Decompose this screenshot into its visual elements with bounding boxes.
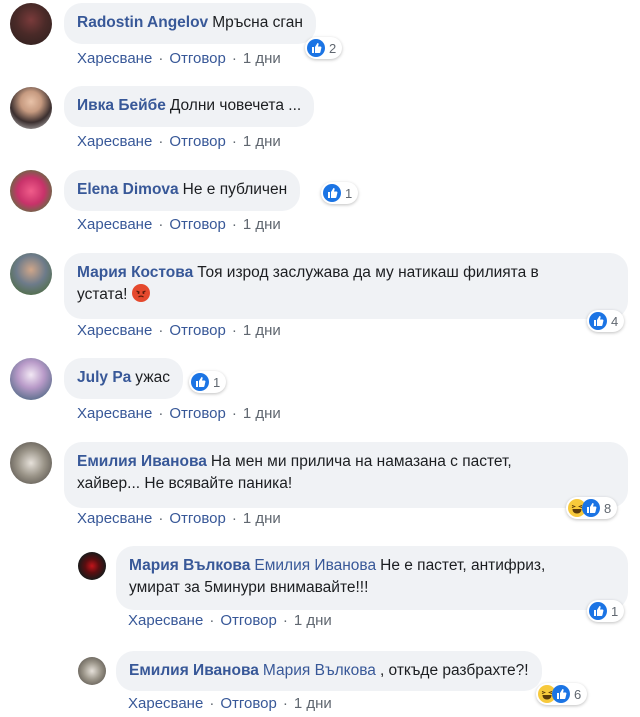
reply-text: Не е пастет, антифриз, [380,557,546,574]
like-reaction-icon [582,499,600,517]
comment-author[interactable]: Ивка Бейбе [77,97,166,114]
reply-text: , откъде разбрахте?! [379,662,529,679]
comment-text: Тоя изрод заслужава да му натикаш филият… [197,264,539,281]
timestamp[interactable]: 1 дни [243,510,281,527]
reply-link[interactable]: Отговор [169,510,226,527]
comment-text: Не е публичен [182,181,288,198]
comment-author[interactable]: Мария Костова [77,264,193,281]
comment-actions: Харесване · Отговор · 1 дни [77,50,281,67]
comment-actions: Харесване · Отговор · 1 дни [77,510,281,527]
angry-emoji-icon [131,284,150,302]
comment-bubble: Ивка Бейбе Долни човечета ... [64,86,315,127]
reply-text-line2: умират за 5минури внимавайте!!! [129,579,369,596]
avatar[interactable] [78,657,106,685]
avatar[interactable] [10,442,52,484]
comment-author[interactable]: Radostin Angelov [77,14,208,31]
comment-bubble: Емилия Иванова На мен ми прилича на намаз… [64,442,628,508]
comment-bubble: Мария Костова Тоя изрод заслужава да му н… [64,253,628,319]
like-reaction-icon [191,373,209,391]
comment-bubble: July Pa ужас [64,358,183,399]
like-link[interactable]: Харесване [128,695,203,712]
comment-actions: Харесване · Отговор · 1 дни [77,405,281,422]
comment-actions: Харесване · Отговор · 1 дни [77,133,281,150]
like-reaction-icon [589,602,607,620]
avatar[interactable] [10,3,52,45]
reply-link[interactable]: Отговор [169,50,226,67]
reaction-count: 8 [604,500,612,516]
avatar[interactable] [10,87,52,129]
reaction-count: 4 [611,313,619,329]
like-link[interactable]: Харесване [128,612,203,629]
mention-link[interactable]: Мария Вълкова [263,662,376,679]
reaction-summary[interactable]: 1 [321,182,359,204]
reaction-count: 1 [611,603,619,619]
reaction-summary[interactable]: 4 [587,310,625,332]
reaction-count: 1 [345,185,353,201]
like-reaction-icon [307,39,325,57]
comment-text-line2: хайвер... Не всявайте паника! [77,475,293,492]
like-reaction-icon [323,184,341,202]
comment-actions: Харесване · Отговор · 1 дни [77,216,281,233]
reply-author[interactable]: Мария Вълкова [129,557,250,574]
timestamp[interactable]: 1 дни [243,322,281,339]
reaction-count: 2 [329,40,337,56]
avatar[interactable] [10,253,52,295]
comment-text: На мен ми прилича на намазана с пастет, [210,453,512,470]
reply-link[interactable]: Отговор [169,133,226,150]
comment-text: Мръсна сган [212,14,303,31]
comment-text: ужас [135,369,170,386]
timestamp[interactable]: 1 дни [243,405,281,422]
reaction-summary[interactable]: 8 [566,497,618,519]
timestamp[interactable]: 1 дни [243,50,281,67]
comment-author[interactable]: July Pa [77,369,131,386]
reaction-summary[interactable]: 6 [536,683,588,705]
timestamp[interactable]: 1 дни [243,133,281,150]
reply-bubble: Емилия Иванова Мария Вълкова, откъде разб… [116,651,542,691]
mention-link[interactable]: Емилия Иванова [254,557,376,574]
avatar[interactable] [10,358,52,400]
reaction-summary[interactable]: 1 [189,371,227,393]
reply-actions: Харесване · Отговор · 1 дни [128,695,332,712]
reaction-summary[interactable]: 2 [305,37,343,59]
like-link[interactable]: Харесване [77,50,152,67]
like-link[interactable]: Харесване [77,405,152,422]
reaction-count: 1 [213,374,221,390]
comment-actions: Харесване · Отговор · 1 дни [77,322,281,339]
timestamp[interactable]: 1 дни [294,612,332,629]
like-link[interactable]: Харесване [77,322,152,339]
like-reaction-icon [589,312,607,330]
reaction-summary[interactable]: 1 [587,600,625,622]
like-reaction-icon [552,685,570,703]
reply-link[interactable]: Отговор [169,216,226,233]
comment-bubble: Radostin Angelov Мръсна сган [64,3,316,44]
like-link[interactable]: Харесване [77,510,152,527]
reply-link[interactable]: Отговор [220,612,277,629]
reply-author[interactable]: Емилия Иванова [129,662,259,679]
reply-bubble: Мария Вълкова Емилия Иванова Не е пастет, … [116,546,628,610]
reply-link[interactable]: Отговор [169,322,226,339]
comment-text: Долни човечета ... [169,97,302,114]
avatar[interactable] [78,552,106,580]
reply-link[interactable]: Отговор [220,695,277,712]
comment-bubble: Elena Dimova Не е публичен [64,170,301,211]
reaction-count: 6 [574,686,582,702]
like-link[interactable]: Харесване [77,216,152,233]
reply-link[interactable]: Отговор [169,405,226,422]
like-link[interactable]: Харесване [77,133,152,150]
reply-actions: Харесване · Отговор · 1 дни [128,612,332,629]
comment-author[interactable]: Elena Dimova [77,181,179,198]
comment-text-line2: устата! [77,286,128,303]
timestamp[interactable]: 1 дни [294,695,332,712]
avatar[interactable] [10,170,52,212]
comment-author[interactable]: Емилия Иванова [77,453,207,470]
timestamp[interactable]: 1 дни [243,216,281,233]
